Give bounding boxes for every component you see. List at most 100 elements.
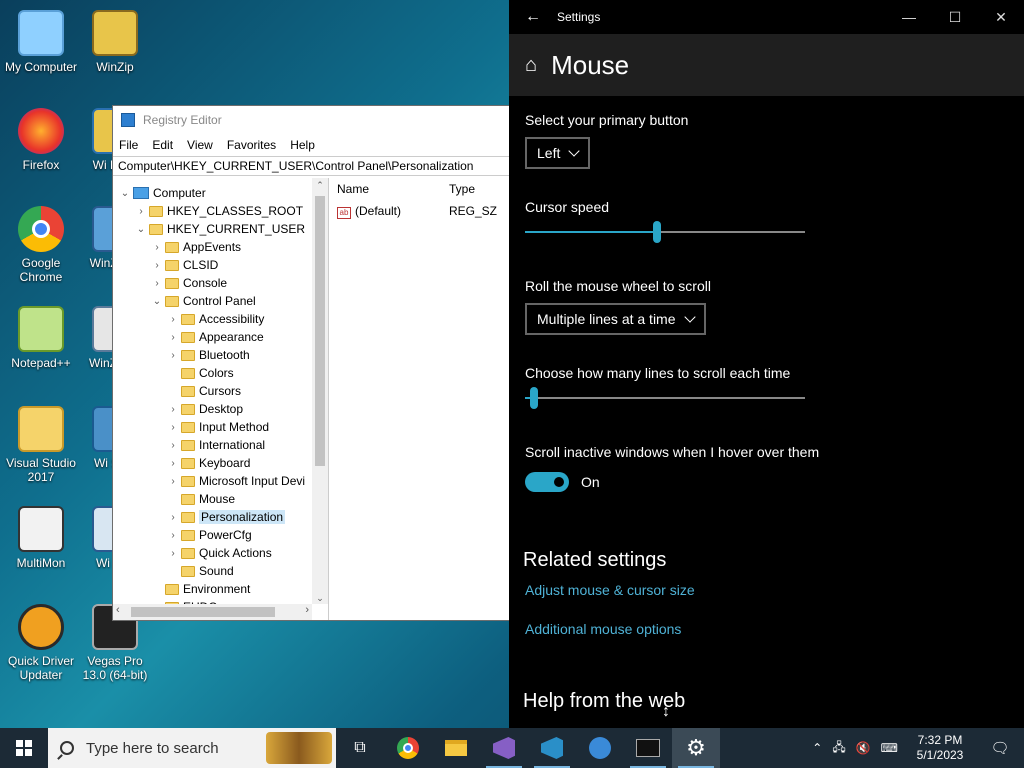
notification-icon[interactable]: 🗨 [982,739,1018,757]
maximize-icon[interactable]: ☐ [932,9,978,26]
taskbar-search-box[interactable]: Type here to search [48,728,336,768]
clock[interactable]: 7:32 PM 5/1/2023 [908,733,972,763]
scroll-lines-slider[interactable] [525,386,805,410]
keyboard-icon[interactable]: ⌨ [881,741,898,755]
tree-item[interactable]: › International [113,436,328,454]
volume-muted-icon[interactable]: 🔇 [856,741,871,755]
settings-window[interactable]: ← Settings — ☐ ✕ ⌂ Mouse Select your pri… [509,0,1024,728]
expand-arrow-icon[interactable]: › [165,476,181,487]
tree-item[interactable]: Colors [113,364,328,382]
expand-arrow-icon[interactable]: › [165,314,181,325]
minimize-icon[interactable]: — [886,9,932,25]
task-view-button[interactable]: ⧉ [336,728,384,768]
scroll-inactive-toggle[interactable] [525,472,569,492]
desktop-icon-winzip[interactable]: WinZip [74,10,156,74]
tree-item[interactable]: Sound [113,562,328,580]
cursor-speed-slider[interactable] [525,220,805,244]
expand-arrow-icon[interactable]: ⌄ [149,296,165,307]
tree-item[interactable]: › HKEY_CLASSES_ROOT [113,202,328,220]
tree-item[interactable]: ⌄ HKEY_CURRENT_USER [113,220,328,238]
expand-arrow-icon[interactable]: › [165,548,181,559]
tree-vertical-scroll-thumb[interactable] [315,196,325,466]
value-row-default[interactable]: ab (Default) REG_SZ [329,200,509,222]
column-header-name[interactable]: Name [329,182,449,196]
menu-file[interactable]: File [119,138,138,152]
slider-thumb[interactable] [653,221,661,243]
desktop-icon-quick-driver-updater[interactable]: Quick Driver Updater [0,604,82,682]
scroll-right-icon[interactable]: › [305,604,309,616]
registry-values-pane[interactable]: Name Type ab (Default) REG_SZ [329,178,509,620]
menu-edit[interactable]: Edit [152,138,173,152]
start-button[interactable] [0,728,48,768]
tree-horizontal-scroll-thumb[interactable] [131,607,275,617]
scroll-down-icon[interactable]: ⌄ [312,593,328,604]
tree-horizontal-scrollbar[interactable]: ‹ › [113,604,312,620]
tree-vertical-scrollbar[interactable]: ⌃ ⌄ [312,178,328,604]
expand-arrow-icon[interactable]: › [165,530,181,541]
taskbar-chrome[interactable] [384,728,432,768]
tree-item[interactable]: › Console [113,274,328,292]
taskbar-visual-studio[interactable] [480,728,528,768]
expand-arrow-icon[interactable]: › [133,206,149,217]
taskbar-visual-studio-2[interactable] [528,728,576,768]
expand-arrow-icon[interactable]: ⌄ [133,224,149,235]
taskbar-network-app[interactable] [576,728,624,768]
tree-item[interactable]: › Input Method [113,418,328,436]
taskbar-settings[interactable]: ⚙ [672,728,720,768]
slider-thumb[interactable] [530,387,538,409]
registry-editor-window[interactable]: Registry Editor File Edit View Favorites… [112,105,510,621]
tree-item[interactable]: › Microsoft Input Devi [113,472,328,490]
network-icon[interactable]: 🖧 [832,738,845,759]
desktop-icon-notepad-plus-plus[interactable]: Notepad++ [0,306,82,370]
back-arrow-icon[interactable]: ← [509,8,557,26]
expand-arrow-icon[interactable]: › [165,332,181,343]
tree-item[interactable]: › Personalization [113,508,328,526]
column-header-type[interactable]: Type [449,182,509,196]
scroll-left-icon[interactable]: ‹ [116,604,120,616]
tree-item[interactable]: › CLSID [113,256,328,274]
adjust-mouse-cursor-size-link[interactable]: Adjust mouse & cursor size [525,582,695,598]
tree-item[interactable]: ⌄ Computer [113,184,328,202]
tree-item[interactable]: Mouse [113,490,328,508]
primary-button-dropdown[interactable]: Left [525,137,591,169]
tree-item[interactable]: Cursors [113,382,328,400]
expand-arrow-icon[interactable]: › [149,260,165,271]
menu-view[interactable]: View [187,138,213,152]
tree-item[interactable]: › Bluetooth [113,346,328,364]
desktop-icon-visual-studio[interactable]: Visual Studio 2017 [0,406,82,484]
chevron-up-icon[interactable]: ⌃ [812,741,822,755]
taskbar-file-explorer[interactable] [432,728,480,768]
tree-item[interactable]: Environment [113,580,328,598]
menu-favorites[interactable]: Favorites [227,138,276,152]
desktop-icon-multimon[interactable]: MultiMon [0,506,82,570]
settings-titlebar[interactable]: ← Settings — ☐ ✕ [509,0,1024,34]
expand-arrow-icon[interactable]: › [165,512,181,523]
expand-arrow-icon[interactable]: › [165,422,181,433]
tree-item[interactable]: › Accessibility [113,310,328,328]
close-icon[interactable]: ✕ [978,9,1024,26]
expand-arrow-icon[interactable]: › [149,278,165,289]
desktop-icon-google-chrome[interactable]: Google Chrome [0,206,82,284]
home-icon[interactable]: ⌂ [525,54,537,77]
expand-arrow-icon[interactable]: › [165,350,181,361]
tree-item[interactable]: › Appearance [113,328,328,346]
registry-tree-pane[interactable]: ⌄ Computer › HKEY_CLASSES_ROOT ⌄ HKEY_CURRENT… [113,178,329,620]
expand-arrow-icon[interactable]: › [149,242,165,253]
tree-item[interactable]: › Quick Actions [113,544,328,562]
registry-editor-titlebar[interactable]: Registry Editor [113,106,509,134]
expand-arrow-icon[interactable]: › [165,458,181,469]
tree-item[interactable]: › AppEvents [113,238,328,256]
scroll-mode-dropdown[interactable]: Multiple lines at a time [525,303,706,335]
desktop-icon-firefox[interactable]: Firefox [0,108,82,172]
scroll-up-icon[interactable]: ⌃ [312,180,328,191]
additional-mouse-options-link[interactable]: Additional mouse options [525,621,681,637]
desktop-icon-my-computer[interactable]: My Computer [0,10,82,74]
expand-arrow-icon[interactable]: ⌄ [117,188,133,199]
tree-item[interactable]: ⌄ Control Panel [113,292,328,310]
tree-item[interactable]: › PowerCfg [113,526,328,544]
registry-address-bar[interactable]: Computer\HKEY_CURRENT_USER\Control Panel… [113,156,509,176]
menu-help[interactable]: Help [290,138,315,152]
taskbar-terminal[interactable] [624,728,672,768]
tree-item[interactable]: › Desktop [113,400,328,418]
tree-item[interactable]: › Keyboard [113,454,328,472]
